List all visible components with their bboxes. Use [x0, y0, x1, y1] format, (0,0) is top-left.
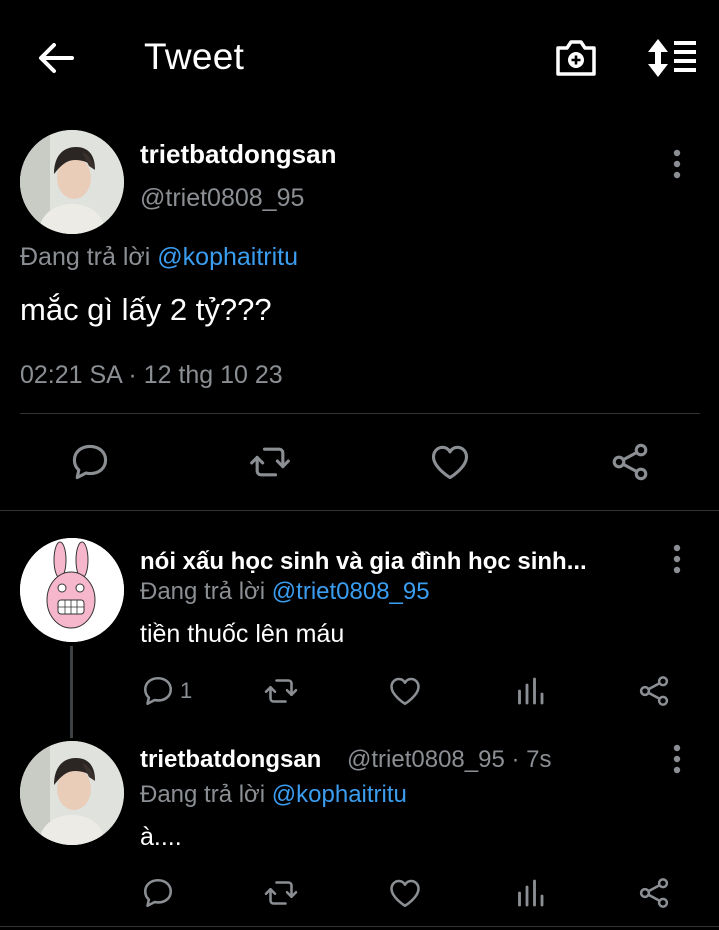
replying-to-label: Đang trả lời: [20, 243, 151, 271]
more-vertical-icon: [662, 541, 692, 577]
profile-photo: [20, 130, 124, 234]
retweet-icon: [248, 440, 292, 484]
retweet-icon: [263, 673, 299, 709]
like-button[interactable]: [387, 875, 423, 911]
divider: [0, 926, 719, 927]
heart-icon: [387, 875, 423, 911]
profile-photo: [20, 741, 124, 845]
bunny-avatar-image: [20, 538, 124, 642]
mention-link[interactable]: @kophaitritu: [157, 243, 298, 271]
reply-icon: [68, 440, 112, 484]
avatar[interactable]: [20, 741, 124, 845]
stats-icon: [512, 875, 548, 911]
thread-connector-line: [70, 646, 73, 738]
more-options-button[interactable]: [662, 741, 692, 777]
user-handle[interactable]: @triet0808_95: [140, 184, 304, 213]
reply-button[interactable]: [140, 673, 176, 709]
display-name[interactable]: trietbatdongsan: [140, 139, 336, 170]
more-options-button[interactable]: [662, 541, 692, 577]
stats-icon: [512, 673, 548, 709]
display-name[interactable]: trietbatdongsan: [140, 746, 321, 774]
replying-to: Đang trả lời @kophaitritu: [140, 781, 407, 809]
reply-button[interactable]: [140, 875, 176, 911]
tweet-text: mắc gì lấy 2 tỷ???: [20, 292, 272, 327]
reply-icon: [140, 875, 176, 911]
share-icon: [608, 440, 652, 484]
divider: [20, 413, 700, 414]
avatar[interactable]: [20, 130, 124, 234]
replying-to-label: Đang trả lời: [140, 781, 266, 808]
more-vertical-icon: [662, 146, 692, 182]
avatar[interactable]: [20, 538, 124, 642]
mention-link[interactable]: @triet0808_95: [272, 578, 430, 605]
handle-and-time: @triet0808_95 · 7s: [347, 746, 552, 773]
reply-icon: [140, 673, 176, 709]
share-icon: [636, 673, 672, 709]
share-button[interactable]: [636, 673, 672, 709]
retweet-button[interactable]: [263, 673, 299, 709]
view-stats-button[interactable]: [512, 875, 548, 911]
replying-to: Đang trả lời @triet0808_95: [140, 578, 430, 606]
reply-count: 1: [180, 678, 193, 703]
back-button[interactable]: [34, 38, 78, 78]
heart-icon: [428, 440, 472, 484]
page-title: Tweet: [144, 36, 245, 77]
tweet-timestamp: 02:21 SA · 12 thg 10 23: [20, 361, 283, 389]
share-icon: [636, 875, 672, 911]
heart-icon: [387, 673, 423, 709]
like-button[interactable]: [387, 673, 423, 709]
camera-button[interactable]: [553, 36, 599, 80]
tweet-text: à....: [140, 823, 182, 851]
display-name[interactable]: nói xấu học sinh và gia đình học sinh...: [140, 548, 640, 576]
sort-list-icon: [648, 39, 696, 77]
sort-button[interactable]: [644, 38, 700, 78]
share-button[interactable]: [608, 440, 652, 484]
share-button[interactable]: [636, 875, 672, 911]
tweet-text: tiền thuốc lên máu: [140, 620, 345, 648]
arrow-left-icon: [39, 43, 74, 73]
replying-to: Đang trả lời @kophaitritu: [20, 243, 298, 272]
divider: [0, 510, 719, 511]
camera-plus-icon: [556, 40, 596, 76]
view-stats-button[interactable]: [512, 673, 548, 709]
like-button[interactable]: [428, 440, 472, 484]
retweet-button[interactable]: [263, 875, 299, 911]
more-options-button[interactable]: [662, 146, 692, 182]
replying-to-label: Đang trả lời: [140, 578, 266, 605]
retweet-button[interactable]: [248, 440, 292, 484]
mention-link[interactable]: @kophaitritu: [272, 781, 407, 808]
reply-button[interactable]: [68, 440, 112, 484]
retweet-icon: [263, 875, 299, 911]
more-vertical-icon: [662, 741, 692, 777]
